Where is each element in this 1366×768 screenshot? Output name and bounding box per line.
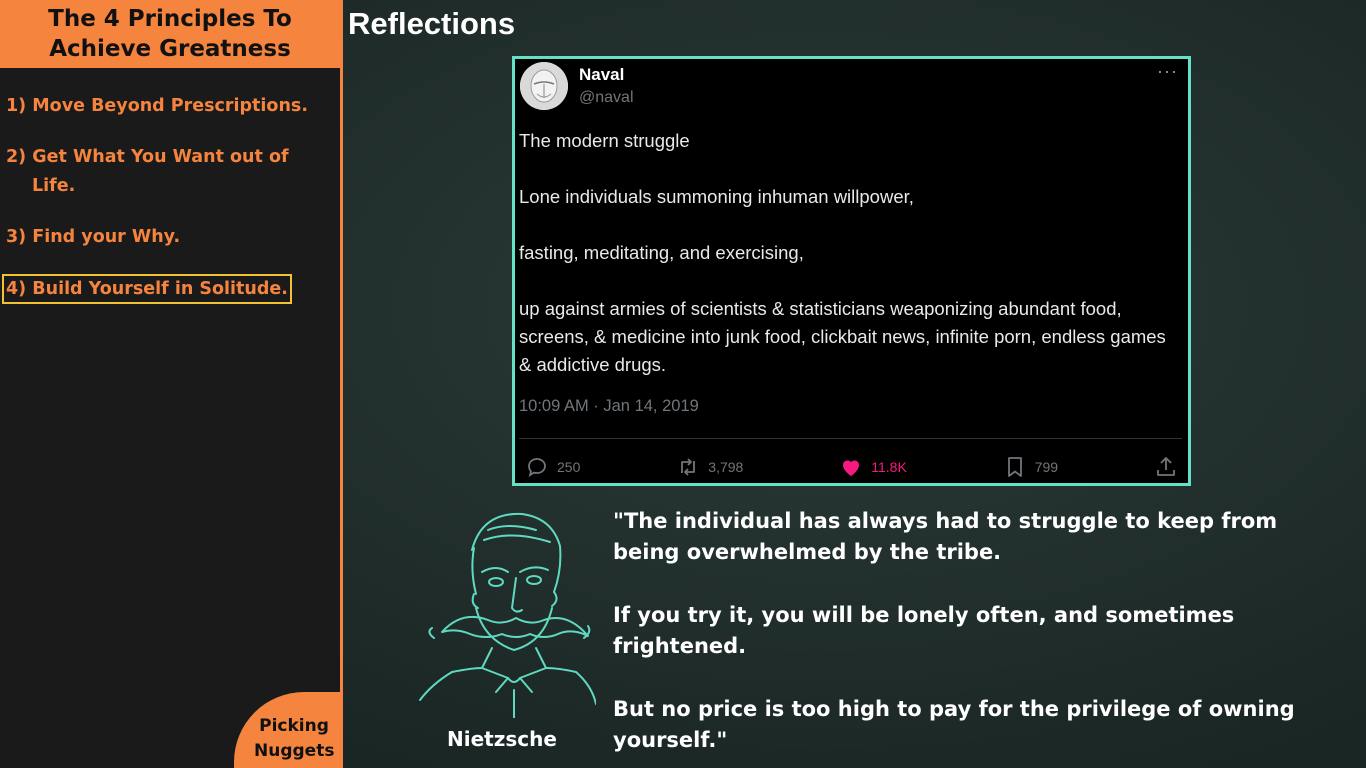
reply-count: 250 — [557, 459, 581, 475]
share-icon — [1157, 457, 1175, 476]
tweet-paragraph-1: The modern struggle — [519, 130, 690, 151]
retweet-icon — [681, 458, 696, 476]
avatar-face-icon — [520, 62, 568, 110]
tweet-paragraph-3: fasting, meditating, and exercising, — [519, 242, 804, 263]
sidebar-title: The 4 Principles To Achieve Greatness — [0, 0, 340, 68]
sidebar-title-line1: The 4 Principles To — [48, 6, 292, 32]
tweet-paragraph-2: Lone individuals summoning inhuman willp… — [519, 186, 914, 207]
bookmark-button[interactable]: 799 — [1003, 455, 1058, 479]
principle-item-4-active: 4) Build Yourself in Solitude. — [2, 274, 292, 304]
nietzsche-portrait-icon — [419, 512, 596, 718]
tweet-actions: 250 3,798 11.8K 799 — [525, 453, 1178, 481]
quote-paragraph-2: If you try it, you will be lonely often,… — [613, 603, 1235, 658]
like-button[interactable]: 11.8K — [839, 455, 907, 479]
quote-author: Nietzsche — [447, 727, 557, 751]
bookmark-count: 799 — [1034, 459, 1059, 475]
tweet-divider — [519, 438, 1182, 439]
tweet-author-name[interactable]: Naval — [579, 65, 624, 85]
bookmark-icon — [1007, 457, 1022, 477]
tweet-timestamp[interactable]: 10:09 AM · Jan 14, 2019 — [519, 397, 699, 416]
principle-item-2: 2) Get What You Want out of Life. — [6, 147, 289, 196]
heart-icon — [843, 460, 860, 476]
share-button[interactable] — [1154, 455, 1178, 479]
brand-line2: Nuggets — [254, 741, 335, 761]
reply-button[interactable]: 250 — [525, 455, 580, 479]
sidebar-title-line2: Achieve Greatness — [49, 36, 291, 62]
tweet-text: The modern struggle Lone individuals sum… — [519, 127, 1179, 407]
page-title: Reflections — [348, 6, 516, 41]
principle-item-3: 3) Find your Why. — [6, 227, 181, 247]
principles-sidebar: The 4 Principles To Achieve Greatness 1)… — [0, 0, 343, 768]
tweet-author-handle[interactable]: @naval — [579, 89, 634, 107]
reply-icon — [528, 458, 546, 477]
brand-badge: Picking Nuggets — [234, 692, 340, 768]
nietzsche-quote: "The individual has always had to strugg… — [613, 506, 1313, 768]
brand-line1: Picking — [259, 716, 329, 736]
principle-item-1: 1) Move Beyond Prescriptions. — [6, 96, 308, 116]
more-options-icon[interactable]: ··· — [1157, 61, 1178, 82]
tweet-paragraph-4: up against armies of scientists & statis… — [519, 298, 1166, 375]
like-count: 11.8K — [871, 459, 907, 475]
quote-paragraph-1: "The individual has always had to strugg… — [613, 509, 1278, 564]
retweet-count: 3,798 — [708, 459, 744, 475]
retweet-button[interactable]: 3,798 — [676, 455, 743, 479]
avatar[interactable] — [520, 62, 568, 110]
quote-paragraph-3: But no price is too high to pay for the … — [613, 697, 1295, 752]
principles-list: 1) Move Beyond Prescriptions. 2) Get Wha… — [0, 68, 340, 326]
tweet-card: Naval @naval ··· The modern struggle Lon… — [512, 56, 1191, 486]
